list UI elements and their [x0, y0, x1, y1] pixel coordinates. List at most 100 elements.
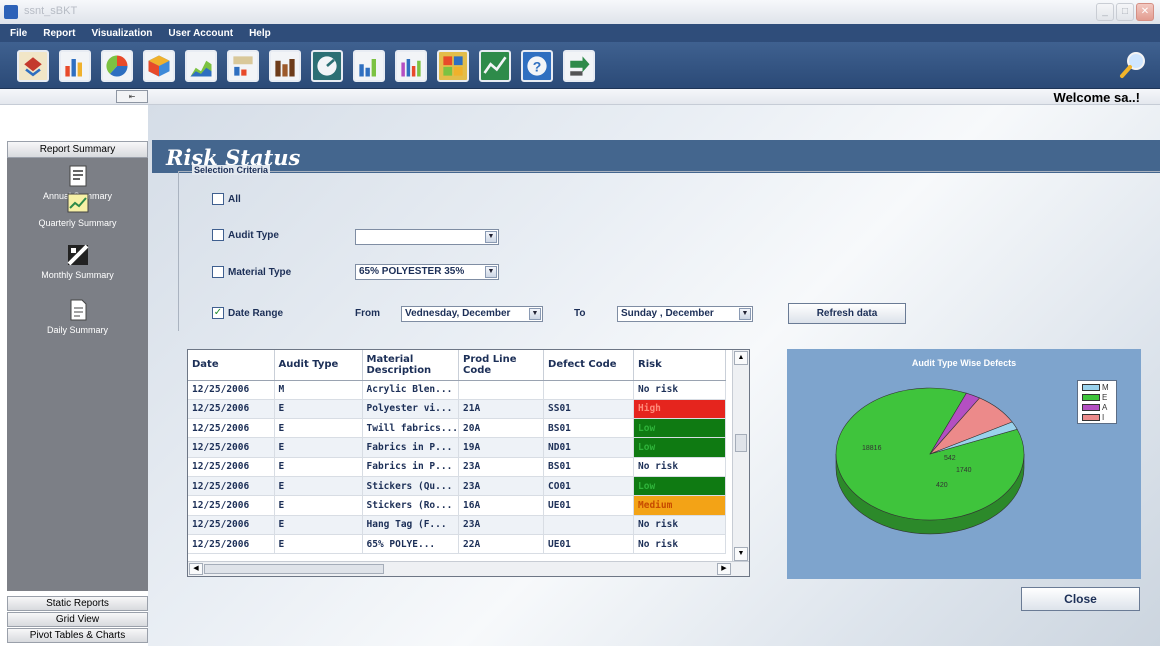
table-cell[interactable]: E [274, 476, 363, 497]
column-header-audit-type[interactable]: Audit Type [274, 350, 363, 381]
table-row[interactable]: 12/25/2006 E Polyester vi... 21A SS01 High [188, 399, 727, 420]
help-icon[interactable]: ? [521, 50, 553, 82]
table-cell[interactable]: Stickers (Qu... [362, 476, 460, 497]
map-chart-icon[interactable] [437, 50, 469, 82]
table-cell[interactable]: E [274, 515, 363, 535]
column-chart-icon[interactable] [269, 50, 301, 82]
export-icon[interactable] [563, 50, 595, 82]
table-cell[interactable]: Acrylic Blen... [362, 380, 460, 400]
table-cell[interactable]: E [274, 457, 363, 477]
pie-icon[interactable] [101, 50, 133, 82]
sidebar-item-daily-summary[interactable]: Daily Summary [7, 299, 148, 335]
material-type-checkbox[interactable] [212, 266, 224, 278]
column-header-prod-line-code[interactable]: Prod Line Code [458, 350, 545, 381]
scroll-right-icon[interactable]: ▶ [717, 563, 731, 575]
table-cell[interactable]: SS01 [543, 399, 635, 420]
table-cell[interactable]: Twill fabrics... [362, 418, 460, 439]
table-cell[interactable]: 12/25/2006 [188, 495, 275, 516]
table-cell[interactable]: 12/25/2006 [188, 457, 275, 477]
table-row[interactable]: 12/25/2006 E Hang Tag (F... 23A No risk [188, 515, 727, 535]
vertical-scrollbar[interactable]: ▲ ▼ [732, 350, 749, 562]
table-cell[interactable]: Low [633, 437, 727, 458]
vertical-scroll-thumb[interactable] [735, 434, 747, 452]
scroll-down-icon[interactable]: ▼ [734, 547, 748, 561]
table-cell[interactable]: No risk [633, 534, 727, 555]
table-row[interactable]: 12/25/2006 E Fabrics in P... 19A ND01 Low [188, 437, 727, 458]
scroll-left-icon[interactable]: ◀ [189, 563, 203, 575]
table-cell[interactable]: 22A [458, 534, 545, 555]
table-cell[interactable]: 12/25/2006 [188, 534, 275, 555]
menu-user-account[interactable]: User Account [168, 28, 233, 39]
risk-grid[interactable]: Date Audit Type Material Description Pro… [187, 349, 750, 577]
table-cell[interactable]: 21A [458, 399, 545, 420]
table-cell[interactable]: M [274, 380, 363, 400]
table-cell[interactable]: BS01 [543, 457, 635, 477]
table-cell[interactable]: BS01 [543, 418, 635, 439]
table-cell[interactable]: 20A [458, 418, 545, 439]
table-cell[interactable] [458, 380, 545, 400]
table-cell[interactable]: Fabrics in P... [362, 437, 460, 458]
table-row[interactable]: 12/25/2006 E Stickers (Qu... 23A CO01 Low [188, 476, 727, 497]
maximize-button[interactable]: □ [1116, 3, 1134, 21]
table-row[interactable]: 12/25/2006 E Twill fabrics... 20A BS01 Low [188, 418, 727, 439]
table-cell[interactable] [543, 380, 635, 400]
table-cell[interactable]: CO01 [543, 476, 635, 497]
table-cell[interactable]: Polyester vi... [362, 399, 460, 420]
table-cell[interactable]: 12/25/2006 [188, 476, 275, 497]
to-date-picker[interactable]: Sunday , December ▼ [617, 306, 753, 322]
table-cell[interactable] [543, 515, 635, 535]
table-cell[interactable]: No risk [633, 457, 727, 477]
table-row[interactable]: 12/25/2006 E 65% POLYE... 22A UE01 No risk [188, 534, 727, 555]
from-date-picker[interactable]: Vednesday, December ▼ [401, 306, 543, 322]
stacked-chart-icon[interactable] [395, 50, 427, 82]
table-cell[interactable]: 12/25/2006 [188, 418, 275, 439]
sidebar-report-summary[interactable]: Report Summary [7, 141, 148, 158]
column-header-defect-code[interactable]: Defect Code [543, 350, 635, 381]
table-cell[interactable]: Stickers (Ro... [362, 495, 460, 516]
table-cell[interactable]: UE01 [543, 495, 635, 516]
column-header-risk[interactable]: Risk [633, 350, 727, 381]
bar-chart-icon[interactable] [59, 50, 91, 82]
table-cell[interactable]: No risk [633, 515, 727, 535]
table-row[interactable]: 12/25/2006 E Fabrics in P... 23A BS01 No risk [188, 457, 727, 477]
menu-file[interactable]: File [10, 28, 27, 39]
table-cell[interactable]: Low [633, 418, 727, 439]
column-header-date[interactable]: Date [188, 350, 275, 381]
table-cell[interactable]: ND01 [543, 437, 635, 458]
table-cell[interactable]: UE01 [543, 534, 635, 555]
table-cell[interactable]: E [274, 418, 363, 439]
table-cell[interactable]: High [633, 399, 727, 420]
table-cell[interactable]: 65% POLYE... [362, 534, 460, 555]
sidebar-pivot-tables-charts[interactable]: Pivot Tables & Charts [7, 628, 148, 643]
table-cell[interactable]: 23A [458, 476, 545, 497]
table-cell[interactable]: 23A [458, 457, 545, 477]
table-cell[interactable]: Medium [633, 495, 727, 516]
bar-chart-2-icon[interactable] [353, 50, 385, 82]
table-row[interactable]: 12/25/2006 E Stickers (Ro... 16A UE01 Medium [188, 495, 727, 516]
table-cell[interactable]: Fabrics in P... [362, 457, 460, 477]
refresh-data-button[interactable]: Refresh data [788, 303, 906, 324]
table-cell[interactable]: 12/25/2006 [188, 380, 275, 400]
sidebar-grid-view[interactable]: Grid View [7, 612, 148, 627]
table-row[interactable]: 12/25/2006 M Acrylic Blen... No risk [188, 380, 727, 400]
horizontal-scroll-thumb[interactable] [204, 564, 384, 574]
table-cell[interactable]: 12/25/2006 [188, 515, 275, 535]
menu-report[interactable]: Report [43, 28, 75, 39]
line-chart-icon[interactable] [479, 50, 511, 82]
close-button[interactable]: Close [1021, 587, 1140, 611]
sidebar-item-quarterly-summary[interactable]: Quarterly Summary [7, 192, 148, 228]
table-cell[interactable]: Low [633, 476, 727, 497]
material-type-select[interactable]: 65% POLYESTER 35% ▼ [355, 264, 499, 280]
gauge-icon[interactable] [311, 50, 343, 82]
scroll-up-icon[interactable]: ▲ [734, 351, 748, 365]
data-chart-icon[interactable] [227, 50, 259, 82]
date-range-checkbox[interactable]: ✓ [212, 307, 224, 319]
collapse-sidebar-button[interactable]: ⇤ [116, 90, 148, 103]
sidebar-item-monthly-summary[interactable]: Monthly Summary [7, 244, 148, 280]
menu-help[interactable]: Help [249, 28, 271, 39]
table-cell[interactable]: No risk [633, 380, 727, 400]
sidebar-static-reports[interactable]: Static Reports [7, 596, 148, 611]
cube-icon[interactable] [143, 50, 175, 82]
menu-visualization[interactable]: Visualization [91, 28, 152, 39]
table-cell[interactable]: E [274, 437, 363, 458]
